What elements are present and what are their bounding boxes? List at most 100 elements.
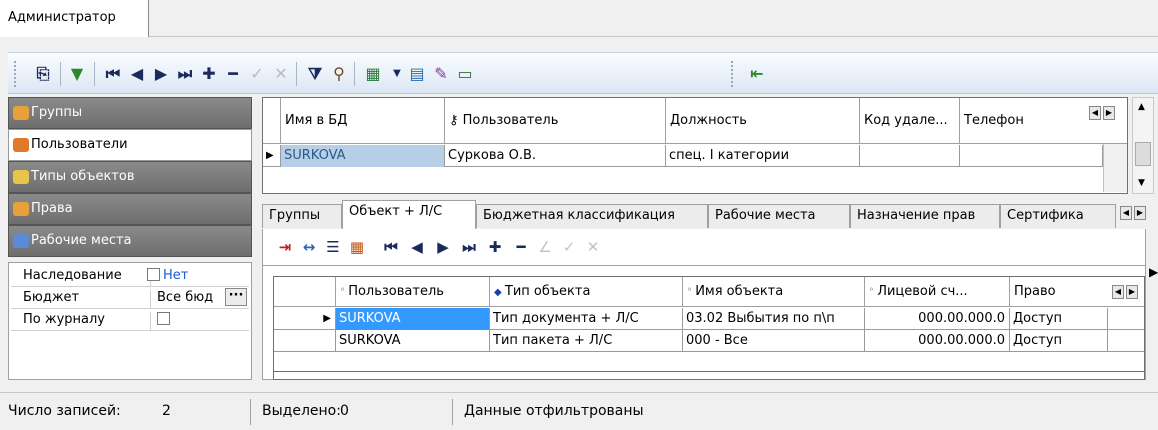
col-position[interactable]: Должность (666, 98, 860, 143)
cell-right[interactable]: Доступ (1010, 308, 1108, 330)
next-record-icon[interactable]: ▶ (150, 62, 172, 86)
budget-value[interactable]: Все бюд (157, 290, 213, 305)
cancel-icon[interactable]: ✕ (270, 62, 292, 86)
cell-phone[interactable] (960, 145, 1103, 167)
budget-label: Бюджет (23, 290, 151, 308)
cell-account[interactable]: 000.00.000.0 (865, 330, 1010, 352)
export-icon[interactable]: ▦ (362, 62, 384, 86)
tab-groups[interactable]: Группы (262, 204, 342, 228)
inheritance-value[interactable]: Нет (147, 268, 188, 283)
filter-down-icon[interactable]: ▼ (66, 62, 88, 86)
copy-icon[interactable]: ⎘ (32, 62, 54, 86)
exit-icon[interactable]: ⇤ (746, 62, 768, 86)
first-record-icon[interactable]: ⏮ (381, 237, 401, 257)
journal-value[interactable] (157, 312, 173, 327)
nav-item-object-types[interactable]: Типы объектов (8, 161, 252, 193)
cell-account[interactable]: 000.00.000.0 (865, 308, 1010, 330)
dropdown-arrow-icon[interactable]: ▼ (386, 62, 408, 86)
toolbar-separator (354, 62, 355, 86)
tab-budget-classification[interactable]: Бюджетная классификация (476, 204, 708, 228)
prev-record-icon[interactable]: ◀ (126, 62, 148, 86)
workplaces-icon (13, 234, 29, 248)
scroll-right-icon[interactable]: ▶ (1126, 285, 1138, 299)
scroll-up-icon[interactable]: ▲ (1138, 102, 1145, 112)
tab-object-account[interactable]: Объект + Л/С (342, 200, 476, 229)
add-icon[interactable]: ✚ (198, 62, 220, 86)
cell-object-name[interactable]: 000 - Все (683, 330, 865, 352)
tab-workplaces[interactable]: Рабочие места (708, 204, 850, 228)
confirm-icon[interactable]: ✓ (559, 237, 579, 257)
next-record-icon[interactable]: ▶ (433, 237, 453, 257)
cell-remote-code[interactable] (860, 145, 960, 167)
edit-disabled-icon[interactable]: ∠ (535, 237, 555, 257)
import-icon[interactable]: ⇥ (275, 237, 295, 257)
cell-object-name[interactable]: 03.02 Выбытия по п\п (683, 308, 865, 330)
scroll-left-icon[interactable]: ◀ (1112, 285, 1124, 299)
grid-settings-icon[interactable]: ▦ (347, 237, 367, 257)
nav-item-label: Группы (31, 105, 83, 120)
find-icon[interactable]: ⚲ (328, 62, 350, 86)
cell-object-type[interactable]: Тип пакета + Л/С (490, 330, 683, 352)
scroll-thumb[interactable] (1135, 142, 1151, 166)
confirm-icon[interactable]: ✓ (246, 62, 268, 86)
add-icon[interactable]: ✚ (485, 237, 505, 257)
scroll-left-icon[interactable]: ◀ (1089, 106, 1101, 120)
cell-user[interactable]: Суркова О.В. (445, 145, 666, 167)
last-record-icon[interactable]: ⏭ (459, 237, 479, 257)
delete-icon[interactable]: ━ (222, 62, 244, 86)
tab-administrator[interactable]: Администратор (0, 0, 149, 37)
report-icon[interactable]: ▤ (406, 62, 428, 86)
nav-item-workplaces[interactable]: Рабочие места (8, 225, 252, 257)
tabs-scroll-left-icon[interactable]: ◀ (1120, 206, 1132, 220)
cell-user[interactable]: SURKOVA (336, 330, 490, 352)
form-icon[interactable]: ▭ (454, 62, 476, 86)
table-row[interactable]: ▶ SURKOVA Тип документа + Л/С 03.02 Выбы… (274, 308, 1144, 330)
toolbar-grip[interactable] (731, 61, 734, 87)
delete-icon[interactable]: ━ (511, 237, 531, 257)
journal-checkbox[interactable] (157, 312, 170, 325)
inheritance-value-text: Нет (163, 268, 189, 283)
cell-db-name[interactable]: SURKOVA (281, 145, 445, 167)
scroll-right-icon[interactable]: ▶ (1103, 106, 1115, 120)
cell-right[interactable]: Доступ (1010, 330, 1108, 352)
table-row[interactable]: SURKOVA Тип пакета + Л/С 000 - Все 000.0… (274, 330, 1144, 352)
prev-record-icon[interactable]: ◀ (407, 237, 427, 257)
filter-icon[interactable]: ⧩ (304, 62, 326, 86)
nav-item-users[interactable]: Пользователи (8, 129, 252, 161)
budget-ellipsis-button[interactable]: ··· (225, 288, 247, 306)
cancel-icon[interactable]: ✕ (583, 237, 603, 257)
scroll-down-icon[interactable]: ▼ (1138, 178, 1145, 188)
col-right[interactable]: Право (1010, 277, 1108, 306)
toolbar-grip[interactable] (14, 61, 17, 87)
nav-item-rights[interactable]: Права (8, 193, 252, 225)
col-object-name[interactable]: ° Имя объекта (683, 277, 865, 306)
row-indicator-header (274, 277, 336, 306)
required-marker-icon: ◆ (494, 287, 505, 298)
inheritance-checkbox[interactable] (147, 268, 160, 281)
tab-rights-assignment[interactable]: Назначение прав (850, 204, 1000, 228)
edit-icon[interactable]: ✎ (430, 62, 452, 86)
col-user[interactable]: ⚷ Пользователь (445, 98, 666, 143)
users-grid: Имя в БД ⚷ Пользователь Должность Код уд… (262, 97, 1128, 194)
detail-panel-arrow-icon[interactable]: ▶ (1149, 265, 1158, 285)
col-phone[interactable]: Телефон (960, 98, 1103, 143)
users-grid-vscrollbar[interactable]: ▲ ▼ (1132, 97, 1154, 194)
status-separator (452, 399, 453, 425)
col-user[interactable]: ° Пользователь (336, 277, 490, 306)
tabs-scroll-right-icon[interactable]: ▶ (1134, 206, 1146, 220)
col-db-name[interactable]: Имя в БД (281, 98, 445, 143)
nav-item-groups[interactable]: Группы (8, 97, 252, 129)
table-row[interactable]: ▶ SURKOVA Суркова О.В. спец. I категории (263, 145, 1127, 167)
cell-user[interactable]: SURKOVA (336, 308, 490, 330)
col-object-type[interactable]: ◆ Тип объекта (490, 277, 683, 306)
toolbar-separator (94, 62, 95, 86)
first-record-icon[interactable]: ⏮ (102, 62, 124, 86)
cell-position[interactable]: спец. I категории (666, 145, 860, 167)
last-record-icon[interactable]: ⏭ (174, 62, 196, 86)
col-account[interactable]: ° Лицевой сч... (865, 277, 1010, 306)
col-remote-code[interactable]: Код удале... (860, 98, 960, 143)
cell-object-type[interactable]: Тип документа + Л/С (490, 308, 683, 330)
link-icon[interactable]: ↔ (299, 237, 319, 257)
tab-certificates[interactable]: Сертифика (1000, 204, 1116, 228)
list-icon[interactable]: ☰ (323, 237, 343, 257)
